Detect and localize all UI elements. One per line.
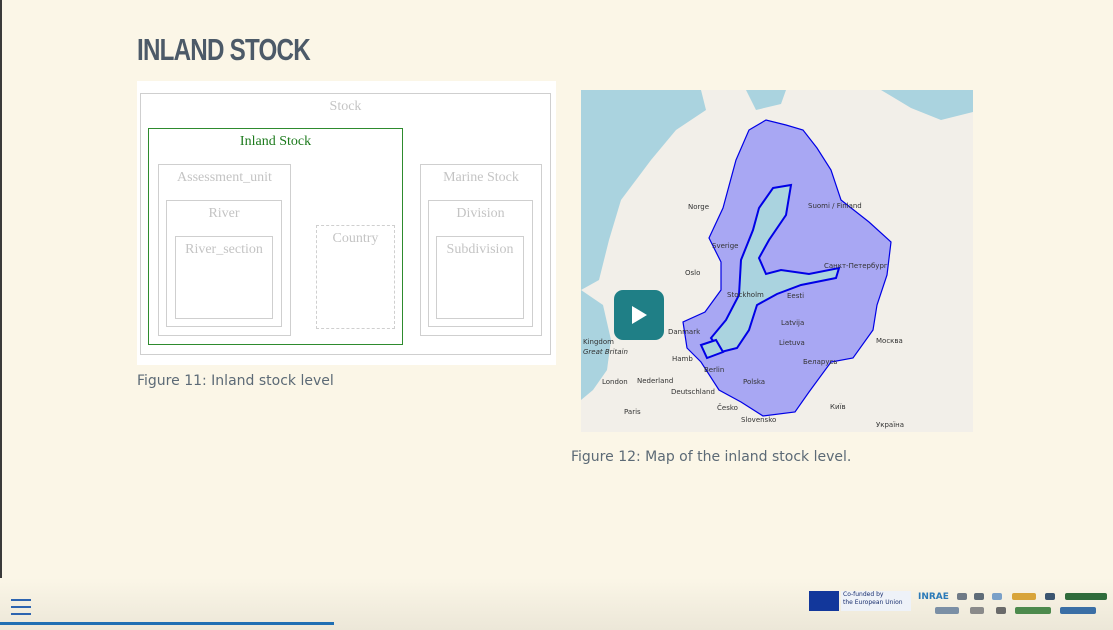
window-edge [0,0,2,630]
subdivision-box: Subdivision [436,236,524,319]
partner-logo-11 [1060,607,1096,614]
country-box: Country [316,225,395,329]
label-berlin: Berlin [704,366,725,374]
marine-stock-label: Marine Stock [443,170,519,185]
video-progress-bar[interactable] [0,622,334,625]
label-polska: Polska [743,378,766,386]
play-button[interactable] [614,290,664,340]
partner-logo-4 [1012,593,1036,600]
label-ukraina: Україна [876,421,905,429]
eu-line-1: Co-funded by [843,591,884,598]
label-belarus: Беларусь [803,358,838,366]
partner-logo-10 [1015,607,1051,614]
subdivision-label: Subdivision [446,242,514,257]
river-section-label: River_section [185,242,263,257]
eu-flag-icon [809,591,839,611]
partner-logo-6 [1065,593,1107,600]
partner-logo-3 [992,593,1002,600]
inland-stock-map: Suomi / Finland Norge Sverige Oslo Stock… [581,90,973,432]
label-london: London [602,378,628,386]
label-oslo: Oslo [685,269,701,277]
label-slovensko: Slovensko [741,416,777,424]
page-title: INLAND STOCK [137,32,311,67]
partner-logo-2 [974,593,984,600]
label-moskva: Москва [876,337,903,345]
country-label: Country [332,231,379,246]
assessment-unit-label: Assessment_unit [177,170,272,185]
river-section-box: River_section [175,236,273,319]
label-paris: Paris [624,408,641,416]
label-stockholm: Stockholm [727,291,764,299]
stock-label: Stock [329,99,362,114]
label-danmark: Danmark [668,328,701,336]
label-kyiv: Київ [830,403,846,411]
eu-line-2: the European Union [843,599,903,606]
partner-logo-5 [1045,593,1055,600]
eu-cofunded-logo: Co-funded by the European Union [841,591,911,611]
partner-logo-8 [970,607,984,614]
label-eesti: Eesti [787,292,805,300]
label-spb: Санкт-Петербург [824,262,888,270]
label-hamburg: Hamb [672,355,693,363]
label-sverige: Sverige [712,242,739,250]
label-kingdom: Kingdom [583,338,614,346]
figure-11-caption: Figure 11: Inland stock level [137,373,334,389]
partner-logo-9 [996,607,1006,614]
label-deutschland: Deutschland [671,388,715,396]
inrae-logo: INRAE [918,592,949,602]
label-latvija: Latvija [781,319,805,327]
label-norge: Norge [688,203,710,211]
inland-stock-label: Inland Stock [239,134,312,149]
label-nederland: Nederland [637,377,674,385]
hamburger-menu-icon[interactable] [11,599,31,617]
play-icon [632,306,647,324]
label-lietuva: Lietuva [779,339,805,347]
figure-12-caption: Figure 12: Map of the inland stock level… [571,449,852,465]
inland-stock-diagram: Stock Inland Stock Assessment_unit River… [137,81,556,365]
division-label: Division [456,206,505,221]
river-label: River [208,206,240,221]
label-cesko: Česko [717,404,738,412]
label-great-britain: Great Britain [583,348,628,356]
label-finland: Suomi / Finland [808,202,862,210]
partner-logo-7 [935,607,959,614]
partner-logo-1 [957,593,967,600]
